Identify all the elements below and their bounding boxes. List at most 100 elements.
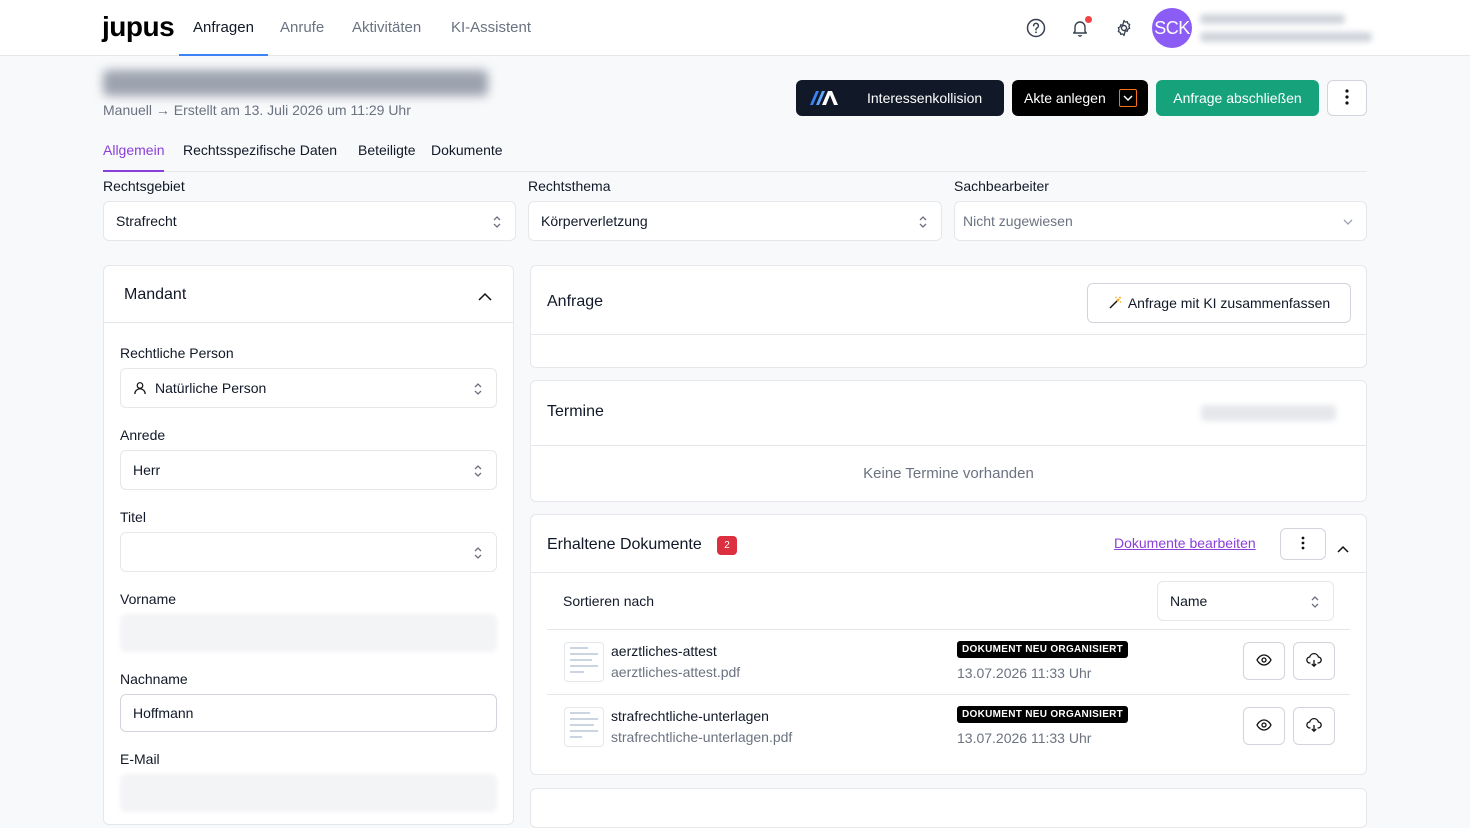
dokumente-count-badge: 2 [717,536,737,555]
nav-tab-anrufe[interactable]: Anrufe [280,0,324,56]
dokumente-title: Erhaltene Dokumente [547,536,702,553]
eye-icon [1256,718,1272,734]
chevron-updown-icon [474,547,482,559]
rechtsthema-value: Körperverletzung [541,213,648,229]
termine-action-blurred[interactable] [1201,405,1336,421]
notification-dot [1085,16,1092,23]
document-status-badge: DOKUMENT NEU ORGANISIERT [957,641,1129,658]
document-status-badge: DOKUMENT NEU ORGANISIERT [957,706,1129,723]
rechtsthema-label: Rechtsthema [528,178,611,194]
nav-tab-ki-assistent[interactable]: KI-Assistent [451,0,531,56]
tab-allgemein[interactable]: Allgemein [103,142,165,172]
chevron-updown-icon [1311,596,1319,608]
download-button[interactable] [1293,642,1335,680]
create-file-label: Akte anlegen [1024,90,1106,106]
rechtliche-person-label: Rechtliche Person [120,345,234,361]
preview-button[interactable] [1243,642,1285,680]
sachbearbeiter-label: Sachbearbeiter [954,178,1049,194]
anrede-value: Herr [133,462,161,478]
nachname-input[interactable]: Hoffmann [120,694,497,732]
avatar[interactable]: SCK [1152,8,1192,48]
email-label: E-Mail [120,751,160,767]
nachname-label: Nachname [120,671,188,687]
sachbearbeiter-select[interactable]: Nicht zugewiesen [954,201,1367,241]
next-card [530,788,1367,828]
nav-tab-aktivitaeten[interactable]: Aktivitäten [352,0,421,56]
dokumente-card: Erhaltene Dokumente 2 Dokumente bearbeit… [530,514,1367,775]
sachbearbeiter-value: Nicht zugewiesen [963,213,1073,229]
document-filename: strafrechtliche-unterlagen.pdf [611,729,793,745]
vorname-label: Vorname [120,591,177,607]
anrede-label: Anrede [120,427,166,443]
help-icon[interactable] [1024,16,1048,40]
document-row[interactable]: strafrechtliche-unterlagen strafrechtlic… [547,695,1350,759]
documents-more-button[interactable] [1280,528,1326,560]
document-filename: aerztliches-attest.pdf [611,664,741,680]
gear-icon[interactable] [1112,16,1136,40]
chevron-up-icon[interactable] [1337,540,1349,556]
mandant-card: Mandant Rechtliche Person Natürliche Per… [103,265,514,825]
document-date: 13.07.2026 11:33 Uhr [957,730,1092,746]
termine-empty-text: Keine Termine vorhanden [863,465,1034,482]
sort-select[interactable]: Name [1157,581,1334,621]
magic-wand-icon [1108,296,1122,310]
conflict-check-button[interactable]: Interessenkollision [796,80,1004,116]
email-input-blurred[interactable] [120,774,497,812]
bell-icon[interactable] [1068,16,1092,40]
create-file-button[interactable]: Akte anlegen [1012,80,1148,116]
chevron-down-icon[interactable] [1119,89,1137,107]
more-options-button[interactable] [1327,80,1367,116]
sort-value: Name [1170,593,1208,609]
preview-button[interactable] [1243,707,1285,745]
more-vertical-icon [1345,88,1349,108]
sort-label: Sortieren nach [563,593,655,609]
chevron-updown-icon [493,216,501,228]
document-name: aerztliches-attest [611,643,717,659]
anrede-select[interactable]: Herr [120,450,497,490]
tab-dokumente[interactable]: Dokumente [431,142,503,172]
document-thumbnail [564,707,604,747]
dokumente-divider [531,572,1366,573]
chevron-up-icon[interactable] [478,288,492,304]
nav-tab-anfragen[interactable]: Anfragen [179,0,268,56]
chevron-updown-icon [474,465,482,477]
rechtsthema-select[interactable]: Körperverletzung [528,201,942,241]
edit-documents-link[interactable]: Dokumente bearbeiten [1114,535,1256,551]
summarize-ai-label: Anfrage mit KI zusammenfassen [1127,295,1331,311]
tab-rechtsspezifische-daten[interactable]: Rechtsspezifische Daten [183,142,337,172]
user-icon [133,381,147,395]
anfrage-title: Anfrage [547,293,604,310]
user-name-blurred [1200,14,1345,24]
conflict-check-label: Interessenkollision [867,90,983,106]
titel-select[interactable] [120,532,497,572]
mandant-title: Mandant [124,286,187,303]
chevron-down-icon [1343,219,1353,225]
chevron-updown-icon [474,383,482,395]
anfrage-divider [531,334,1366,335]
tab-beteiligte[interactable]: Beteiligte [358,142,416,172]
download-button[interactable] [1293,707,1335,745]
vorname-input-blurred[interactable] [120,614,497,652]
more-vertical-icon [1301,536,1305,553]
rechtsgebiet-select[interactable]: Strafrecht [103,201,516,241]
close-inquiry-button[interactable]: Anfrage abschließen [1156,80,1319,116]
user-email-blurred [1200,32,1372,42]
top-navigation: jupus Anfragen Anrufe Aktivitäten KI-Ass… [0,0,1470,56]
titel-label: Titel [120,509,146,525]
eye-icon [1256,653,1272,669]
anfrage-card: Anfrage Anfrage mit KI zusammenfassen [530,265,1367,368]
rechtliche-person-select[interactable]: Natürliche Person [120,368,497,408]
subtabs: Allgemein Rechtsspezifische Daten Beteil… [103,138,1367,172]
logo[interactable]: jupus [102,11,175,43]
page-subtitle: Manuell → Erstellt am 13. Juli 2026 um 1… [103,102,411,118]
cloud-download-icon [1306,717,1322,735]
termine-card: Termine Keine Termine vorhanden [530,380,1367,502]
document-row[interactable]: aerztliches-attest aerztliches-attest.pd… [547,630,1350,694]
document-date: 13.07.2026 11:33 Uhr [957,665,1092,681]
mandant-divider [104,322,513,323]
rechtliche-person-value: Natürliche Person [155,380,267,396]
chevron-updown-icon [919,216,927,228]
rechtsgebiet-value: Strafrecht [116,213,177,229]
summarize-ai-button[interactable]: Anfrage mit KI zusammenfassen [1087,283,1351,323]
cloud-download-icon [1306,652,1322,670]
